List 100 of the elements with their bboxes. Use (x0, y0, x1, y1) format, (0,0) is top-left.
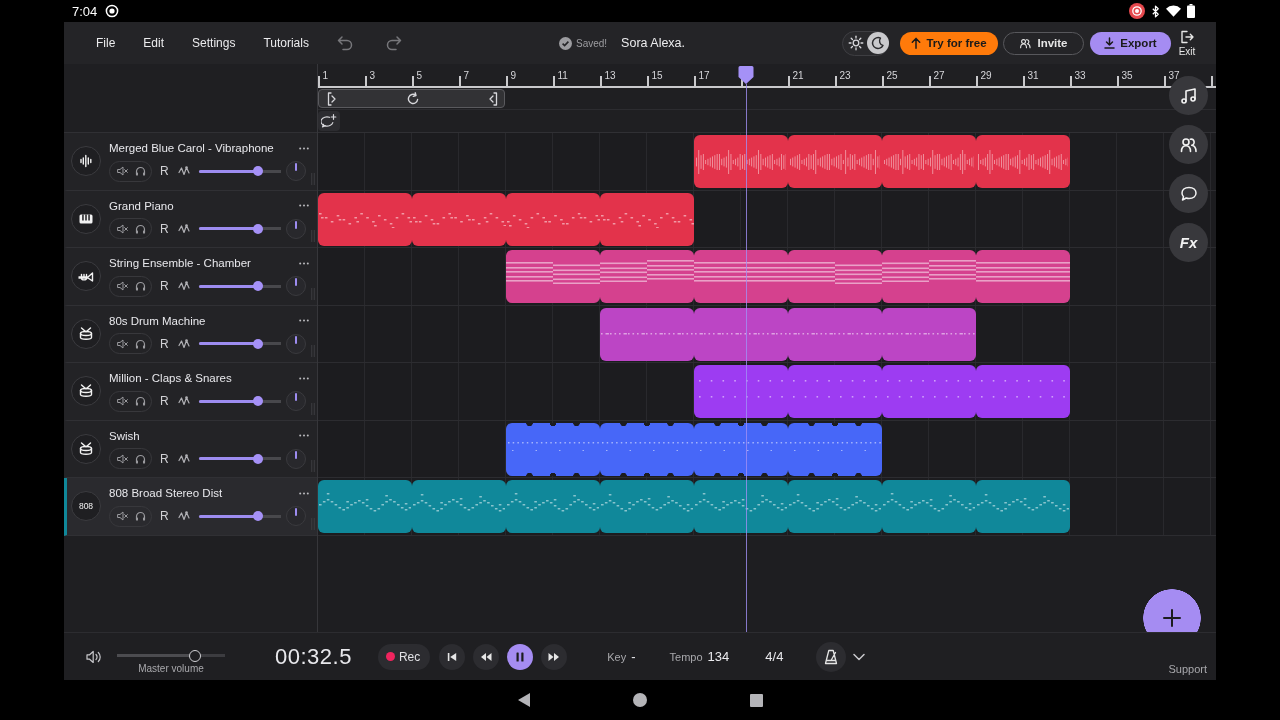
theme-toggle[interactable] (842, 30, 889, 56)
track-header[interactable]: Swish R (64, 420, 317, 478)
pan-knob[interactable] (285, 448, 306, 469)
home-icon[interactable] (633, 693, 647, 707)
track-header[interactable]: Grand Piano R (64, 190, 317, 248)
export-button[interactable]: Export (1090, 31, 1171, 55)
audio-clip[interactable] (976, 135, 1070, 188)
time-signature[interactable]: 4/4 (765, 649, 784, 664)
playhead-handle[interactable] (738, 66, 755, 84)
pan-knob[interactable] (285, 218, 306, 239)
mute-icon[interactable] (117, 511, 128, 522)
mute-icon[interactable] (117, 453, 128, 464)
headphones-icon[interactable] (135, 223, 146, 234)
add-comment-button[interactable] (318, 111, 340, 131)
recents-icon[interactable] (749, 693, 763, 707)
midi-clip[interactable] (882, 250, 976, 303)
volume-handle[interactable] (252, 223, 263, 234)
moon-icon[interactable] (867, 32, 889, 54)
automation-icon[interactable] (177, 395, 190, 408)
record-arm[interactable]: R (160, 336, 169, 351)
midi-clip[interactable] (600, 192, 694, 246)
master-volume-handle[interactable] (188, 649, 201, 662)
track-header[interactable]: Million - Claps & Snares R (64, 363, 317, 421)
headphones-icon[interactable] (135, 338, 146, 349)
rewind-button[interactable] (473, 643, 500, 670)
key-value[interactable]: - (631, 649, 636, 664)
pan-knob[interactable] (285, 506, 306, 527)
tempo-value[interactable]: 134 (707, 649, 730, 664)
record-arm[interactable]: R (160, 509, 169, 524)
headphones-icon[interactable] (135, 396, 146, 407)
mute-icon[interactable] (117, 396, 128, 407)
volume-handle[interactable] (252, 511, 263, 522)
fast-forward-button[interactable] (541, 643, 568, 670)
midi-clip[interactable] (600, 250, 694, 303)
loop-region[interactable] (318, 89, 505, 108)
loop-icon[interactable] (405, 91, 420, 106)
pan-knob[interactable] (285, 161, 306, 182)
volume-handle[interactable] (252, 338, 263, 349)
pan-knob[interactable] (285, 276, 306, 297)
automation-icon[interactable] (177, 165, 190, 178)
volume-handle[interactable] (252, 396, 263, 407)
menu-item[interactable]: Tutorials (263, 36, 309, 50)
volume-handle[interactable] (252, 166, 263, 177)
loop-end-icon[interactable] (488, 91, 498, 106)
midi-clip[interactable] (600, 307, 694, 361)
more-icon[interactable] (299, 434, 309, 438)
record-button[interactable]: Rec (377, 643, 431, 670)
midi-clip[interactable] (976, 365, 1070, 418)
menu-item[interactable]: Settings (192, 36, 236, 50)
headphones-icon[interactable] (135, 166, 146, 177)
more-icon[interactable] (299, 376, 309, 380)
metronome-button[interactable] (816, 641, 847, 672)
audio-clip[interactable] (882, 135, 976, 188)
record-arm[interactable]: R (160, 279, 169, 294)
track-header[interactable]: 808 808 Broad Stereo Dist R (64, 478, 317, 536)
midi-clip[interactable] (788, 250, 882, 303)
midi-clip[interactable] (976, 480, 1070, 533)
record-arm[interactable]: R (160, 221, 169, 236)
headphones-icon[interactable] (135, 453, 146, 464)
more-icon[interactable] (299, 491, 309, 495)
volume-handle[interactable] (252, 281, 263, 292)
track-header[interactable]: String Ensemble - Chamber R (64, 248, 317, 306)
chevron-down-icon[interactable] (853, 652, 866, 661)
mute-icon[interactable] (117, 338, 128, 349)
record-arm[interactable]: R (160, 394, 169, 409)
headphones-icon[interactable] (135, 281, 146, 292)
midi-clip[interactable] (694, 250, 788, 303)
more-icon[interactable] (299, 319, 309, 323)
audio-clip[interactable] (788, 135, 882, 188)
track-header[interactable]: 80s Drum Machine R (64, 305, 317, 363)
back-icon[interactable] (517, 692, 531, 708)
audio-clip[interactable] (694, 135, 788, 188)
volume-icon[interactable] (86, 649, 102, 664)
support-link[interactable]: Support (1168, 663, 1207, 675)
midi-clip[interactable] (506, 250, 600, 303)
midi-clip[interactable] (788, 422, 882, 476)
automation-icon[interactable] (177, 510, 190, 523)
automation-icon[interactable] (177, 222, 190, 235)
more-icon[interactable] (299, 204, 309, 208)
more-icon[interactable] (299, 146, 309, 150)
automation-icon[interactable] (177, 452, 190, 465)
record-arm[interactable]: R (160, 451, 169, 466)
headphones-icon[interactable] (135, 511, 146, 522)
midi-clip[interactable] (694, 365, 788, 418)
midi-clip[interactable] (976, 250, 1070, 303)
mute-icon[interactable] (117, 166, 128, 177)
more-icon[interactable] (299, 261, 309, 265)
skip-back-button[interactable] (439, 643, 466, 670)
mute-icon[interactable] (117, 281, 128, 292)
track-header[interactable]: Merged Blue Carol - Vibraphone R (64, 133, 317, 191)
midi-clip[interactable] (882, 307, 976, 361)
pan-knob[interactable] (285, 391, 306, 412)
volume-handle[interactable] (252, 453, 263, 464)
mute-icon[interactable] (117, 223, 128, 234)
midi-clip[interactable] (318, 192, 412, 246)
pan-knob[interactable] (285, 333, 306, 354)
upgrade-button[interactable]: Try for free (900, 31, 998, 55)
midi-clip[interactable] (318, 480, 412, 533)
exit-button[interactable]: Exit (1177, 29, 1197, 57)
menu-item[interactable]: File (96, 36, 116, 50)
